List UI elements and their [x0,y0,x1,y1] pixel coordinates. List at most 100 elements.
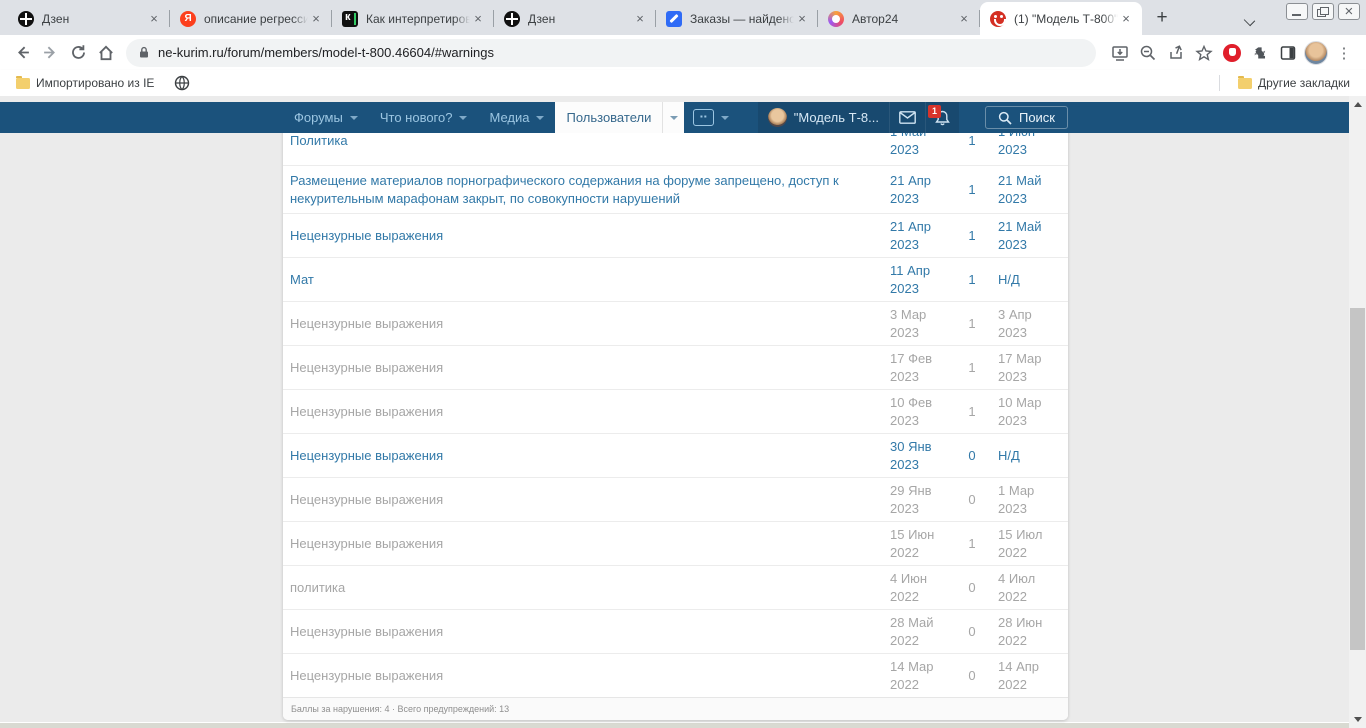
warning-points: 1 [946,359,998,377]
users-dropdown-caret[interactable] [662,102,684,133]
warning-points: 0 [946,447,998,465]
install-icon[interactable] [1106,39,1134,67]
warning-reason[interactable]: Нецензурные выражения [283,529,890,559]
warning-row[interactable]: политика 4 Июн 2022 0 4 Июл 2022 [283,565,1068,609]
warning-reason[interactable]: Нецензурные выражения [283,441,890,471]
warning-row[interactable]: Размещение материалов порнографического … [283,165,1068,213]
tab-close-icon[interactable]: × [1118,11,1134,27]
browser-tab[interactable]: (1) "Модель Т-800" × [980,2,1142,35]
warning-expiry: Н/Д [998,271,1068,289]
warning-reason[interactable]: Нецензурные выражения [283,397,890,427]
window-controls [1286,3,1360,20]
warning-reason[interactable]: Размещение материалов порнографического … [283,166,890,213]
warning-row[interactable]: Нецензурные выражения 30 Янв 2023 0 Н/Д [283,433,1068,477]
warning-reason[interactable]: Мат [283,265,890,295]
vertical-scrollbar[interactable] [1349,96,1366,728]
profile-avatar[interactable] [1302,39,1330,67]
search-icon [998,111,1012,125]
warning-row[interactable]: Нецензурные выражения 17 Фев 2023 1 17 М… [283,345,1068,389]
side-panel-icon[interactable] [1274,39,1302,67]
other-bookmarks-label: Другие закладки [1258,76,1350,90]
search-box[interactable]: Поиск [985,106,1068,129]
nekurim-icon [990,11,1006,27]
warning-reason[interactable]: Нецензурные выражения [283,617,890,647]
browser-tab[interactable]: описание регрессии × [170,2,332,35]
browser-toolbar: ne-kurim.ru/forum/members/model-t-800.46… [0,35,1366,70]
warning-reason[interactable]: Нецензурные выражения [283,661,890,691]
warning-reason[interactable]: Нецензурные выражения [283,309,890,339]
inbox-button[interactable] [889,102,925,133]
scroll-down-arrow-icon[interactable] [1349,711,1366,728]
tab-close-icon[interactable]: × [794,11,810,27]
tab-close-icon[interactable]: × [632,11,648,27]
warning-reason[interactable]: политика [283,573,890,603]
search-label: Поиск [1019,110,1055,125]
nav-item-что-нового-[interactable]: Что нового? [369,102,479,133]
warning-row[interactable]: Нецензурные выражения 28 Май 2022 0 28 И… [283,609,1068,653]
back-button[interactable] [8,39,36,67]
address-bar[interactable]: ne-kurim.ru/forum/members/model-t-800.46… [126,39,1096,67]
globe-bookmark-icon[interactable] [174,75,190,91]
browser-tab[interactable]: Заказы — найдено × [656,2,818,35]
restore-button[interactable] [1312,3,1334,20]
tab-close-icon[interactable]: × [308,11,324,27]
tab-close-icon[interactable]: × [956,11,972,27]
reload-button[interactable] [64,39,92,67]
quick-nav-button[interactable]: ▪▪ [684,102,738,133]
forum-navbar: Форумы Что нового? Медиа Пользователи ▪▪… [0,102,1349,133]
warning-row[interactable]: Мат 11 Апр 2023 1 Н/Д [283,257,1068,301]
warning-row[interactable]: Нецензурные выражения 14 Мар 2022 0 14 А… [283,653,1068,697]
tab-title: описание регрессии [204,12,308,26]
warning-points: 1 [946,227,998,245]
home-button[interactable] [92,39,120,67]
folder-icon [1238,78,1252,89]
warning-row[interactable]: Нецензурные выражения 15 Июн 2022 1 15 И… [283,521,1068,565]
bookmark-imported-folder[interactable]: Импортировано из IE [10,74,160,92]
menu-dots-icon[interactable]: ⋮ [1330,39,1358,67]
minimize-button[interactable] [1286,3,1308,20]
browser-window: Дзен × описание регрессии × Как интерпре… [0,0,1366,728]
warning-reason[interactable]: Нецензурные выражения [283,353,890,383]
forward-button[interactable] [36,39,64,67]
warning-expiry: 15 Июл 2022 [998,526,1068,561]
adblock-extension-icon[interactable] [1218,39,1246,67]
account-menu[interactable]: "Модель Т-8... [758,102,889,133]
warning-expiry: 21 Май 2023 [998,218,1068,253]
tab-title: (1) "Модель Т-800" [1014,12,1118,26]
tab-close-icon[interactable]: × [146,11,162,27]
chevron-down-icon [536,116,544,120]
alerts-button[interactable]: 1 [925,102,959,133]
nav-item-пользователи[interactable]: Пользователи [555,102,662,133]
bookmark-star-icon[interactable] [1190,39,1218,67]
zoom-out-icon[interactable] [1134,39,1162,67]
warning-reason[interactable]: Нецензурные выражения [283,485,890,515]
warning-row[interactable]: Нецензурные выражения 10 Фев 2023 1 10 М… [283,389,1068,433]
yandex-icon [180,11,196,27]
warning-date: 10 Фев 2023 [890,394,946,429]
tab-search-chevron-icon[interactable] [1236,5,1264,33]
warning-reason[interactable]: Нецензурные выражения [283,221,890,251]
warning-expiry: 4 Июл 2022 [998,570,1068,605]
warning-expiry: 3 Апр 2023 [998,306,1068,341]
nav-item-форумы[interactable]: Форумы [283,102,369,133]
warnings-table: Политика 1 Май 2023 1 1 Июн 2023 Размеще… [283,117,1068,720]
warning-row[interactable]: Нецензурные выражения 3 Мар 2023 1 3 Апр… [283,301,1068,345]
close-window-button[interactable] [1338,3,1360,20]
nav-item-медиа[interactable]: Медиа [478,102,555,133]
warning-date: 30 Янв 2023 [890,438,946,473]
warning-row[interactable]: Нецензурные выражения 29 Янв 2023 0 1 Ма… [283,477,1068,521]
browser-tab[interactable]: Автор24 × [818,2,980,35]
browser-tab[interactable]: Как интерпретиров × [332,2,494,35]
warning-row[interactable]: Нецензурные выражения 21 Апр 2023 1 21 М… [283,213,1068,257]
browser-tab[interactable]: Дзен × [494,2,656,35]
scroll-up-arrow-icon[interactable] [1349,96,1366,113]
browser-tab[interactable]: Дзен × [8,2,170,35]
nav-item-label: Пользователи [566,110,651,125]
new-tab-button[interactable]: + [1148,5,1176,33]
extensions-puzzle-icon[interactable] [1246,39,1274,67]
username: "Модель Т-8... [794,110,879,125]
tab-close-icon[interactable]: × [470,11,486,27]
scrollbar-thumb[interactable] [1350,308,1365,650]
share-icon[interactable] [1162,39,1190,67]
other-bookmarks-folder[interactable]: Другие закладки [1232,74,1356,92]
